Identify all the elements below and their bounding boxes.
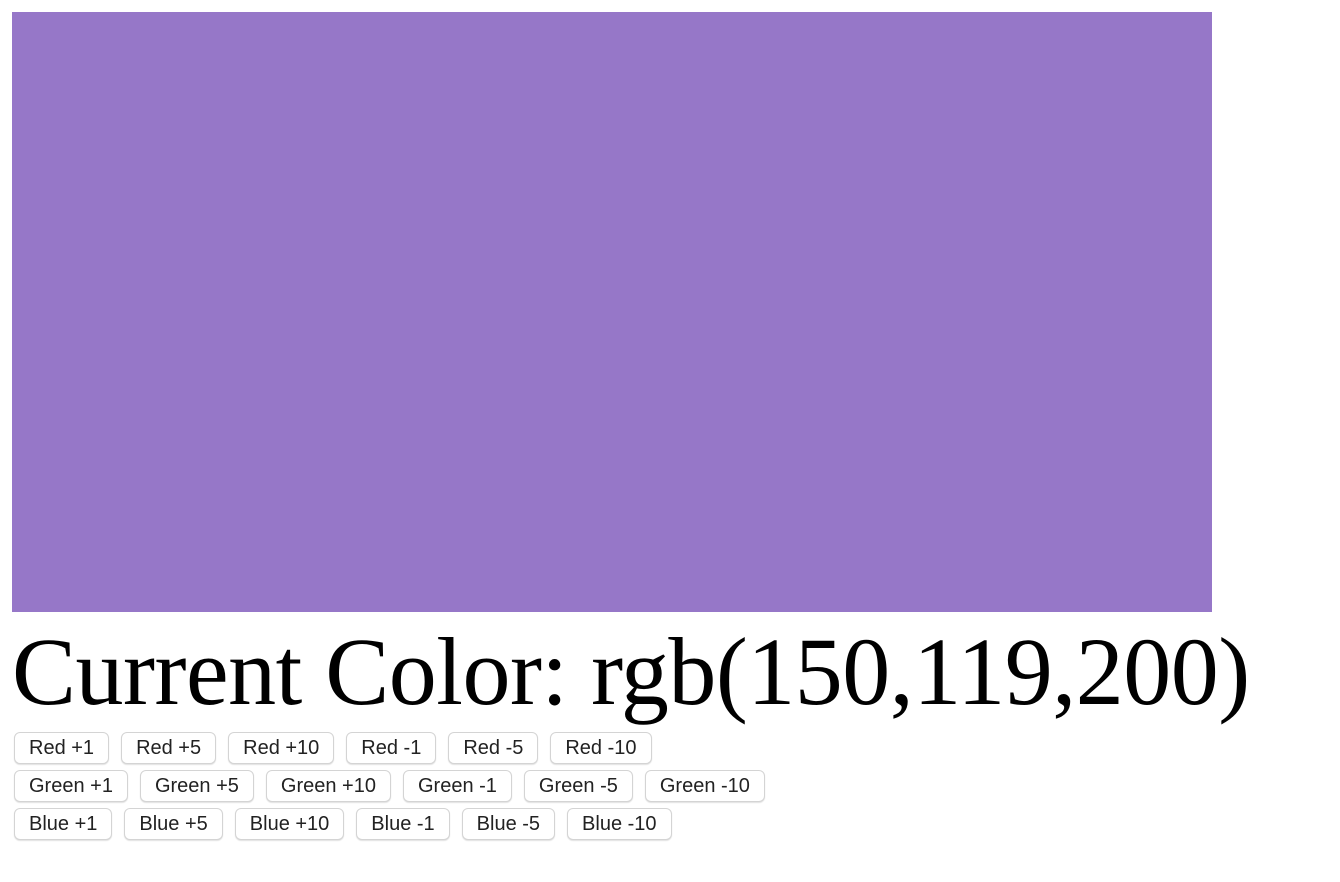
red-plus-5-button[interactable]: Red +5 (121, 732, 217, 764)
red-minus-10-button[interactable]: Red -10 (550, 732, 652, 764)
blue-plus-1-button[interactable]: Blue +1 (14, 808, 113, 840)
green-minus-1-button[interactable]: Green -1 (402, 770, 512, 802)
blue-minus-10-button[interactable]: Blue -10 (567, 808, 672, 840)
green-plus-1-button[interactable]: Green +1 (14, 770, 128, 802)
red-button-row: Red +1 Red +5 Red +10 Red -1 Red -5 Red … (14, 732, 765, 764)
green-button-row: Green +1 Green +5 Green +10 Green -1 Gre… (14, 770, 765, 802)
red-plus-10-button[interactable]: Red +10 (228, 732, 335, 764)
blue-minus-1-button[interactable]: Blue -1 (356, 808, 450, 840)
blue-plus-5-button[interactable]: Blue +5 (124, 808, 223, 840)
green-minus-5-button[interactable]: Green -5 (523, 770, 633, 802)
current-color-heading: Current Color: rgb(150,119,200) (12, 618, 1250, 725)
green-plus-10-button[interactable]: Green +10 (265, 770, 391, 802)
blue-button-row: Blue +1 Blue +5 Blue +10 Blue -1 Blue -5… (14, 808, 765, 840)
color-swatch (12, 12, 1212, 612)
red-minus-5-button[interactable]: Red -5 (448, 732, 539, 764)
green-minus-10-button[interactable]: Green -10 (644, 770, 765, 802)
blue-plus-10-button[interactable]: Blue +10 (234, 808, 345, 840)
color-adjust-controls: Red +1 Red +5 Red +10 Red -1 Red -5 Red … (14, 732, 765, 846)
blue-minus-5-button[interactable]: Blue -5 (461, 808, 556, 840)
red-plus-1-button[interactable]: Red +1 (14, 732, 110, 764)
green-plus-5-button[interactable]: Green +5 (139, 770, 254, 802)
red-minus-1-button[interactable]: Red -1 (346, 732, 437, 764)
